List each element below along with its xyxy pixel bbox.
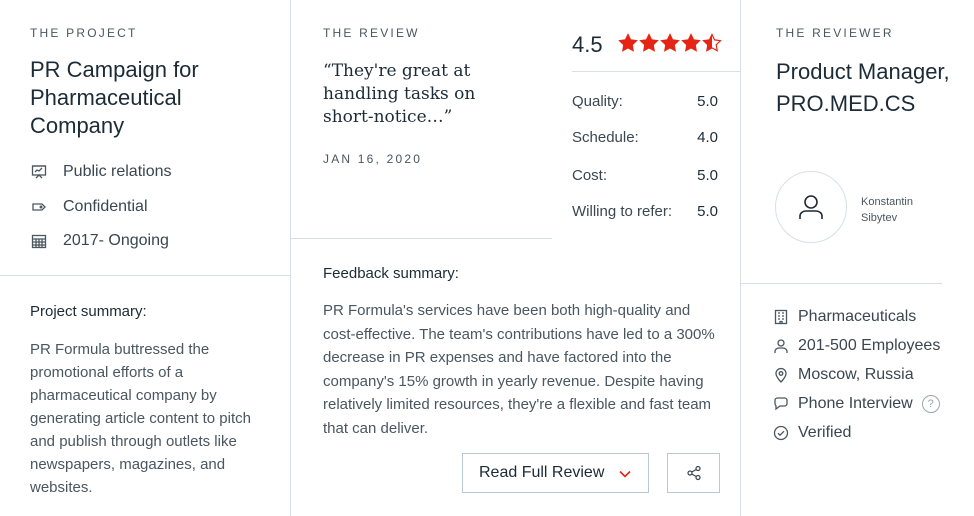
star-icon: [660, 33, 680, 52]
project-service-label: Public relations: [63, 163, 172, 180]
score-label: Willing to refer:: [572, 203, 673, 220]
chevron-down-icon: [619, 470, 631, 478]
score-quality: Quality: 5.0: [572, 93, 718, 110]
reviewer-verified: Verified: [772, 424, 851, 442]
feedback-summary-heading: Feedback summary:: [323, 265, 459, 282]
user-avatar-icon: [799, 195, 823, 219]
reviewer-verified-label: Verified: [798, 424, 852, 441]
section-divider: [740, 283, 942, 284]
project-summary-text: PR Formula buttressed the promotional ef…: [30, 341, 251, 496]
reviewer-company-size: 201-500 Employees: [772, 337, 940, 355]
review-quote: “They're great at handling tasks on shor…: [323, 61, 476, 127]
star-icon: [618, 33, 638, 52]
review-date: JAN 16, 2020: [323, 152, 423, 166]
star-icon: [681, 33, 701, 52]
project-service: Public relations: [30, 163, 172, 181]
project-budget: Confidential: [30, 198, 148, 216]
reviewer-name: Konstantin Sibytev: [861, 196, 913, 224]
reviewer-location: Moscow, Russia: [772, 366, 914, 384]
score-cost: Cost: 5.0: [572, 167, 718, 184]
presentation-icon: [30, 163, 48, 181]
calendar-icon: [30, 232, 48, 250]
reviewer-review-type-label: Phone Interview: [798, 395, 913, 412]
review-eyebrow: THE REVIEW: [323, 26, 420, 40]
reviewer-industry: Pharmaceuticals: [772, 308, 916, 326]
score-value: 5.0: [697, 93, 718, 110]
project-eyebrow: THE PROJECT: [30, 26, 138, 40]
star-rating: [618, 33, 723, 53]
user-icon: [772, 337, 790, 355]
share-button[interactable]: [667, 453, 720, 493]
column-divider: [740, 0, 741, 516]
check-circle-icon: [772, 424, 790, 442]
share-icon: [686, 465, 701, 481]
score-schedule: Schedule: 4.0: [572, 129, 718, 146]
project-summary-heading: Project summary:: [30, 303, 147, 320]
score-label: Quality:: [572, 93, 623, 110]
score-value: 5.0: [697, 167, 718, 184]
project-title: PR Campaign for Pharmaceutical Company: [30, 57, 199, 138]
reviewer-company-size-label: 201-500 Employees: [798, 337, 941, 354]
reviewer-eyebrow: THE REVIEWER: [776, 26, 894, 40]
tag-icon: [30, 198, 48, 216]
rating-divider: [572, 71, 740, 72]
score-value: 4.0: [697, 129, 718, 146]
star-icon: [702, 33, 722, 52]
avatar: [775, 171, 847, 243]
project-dates-label: 2017- Ongoing: [63, 232, 169, 249]
section-divider: [0, 275, 290, 276]
reviewer-location-label: Moscow, Russia: [798, 366, 914, 383]
help-icon[interactable]: ?: [921, 395, 940, 413]
read-full-review-label: Read Full Review: [479, 464, 605, 481]
score-value: 5.0: [697, 203, 718, 220]
project-budget-label: Confidential: [63, 198, 148, 215]
read-full-review-button[interactable]: Read Full Review: [462, 453, 649, 493]
project-dates: 2017- Ongoing: [30, 232, 169, 250]
score-label: Schedule:: [572, 129, 639, 146]
section-divider: [290, 238, 552, 239]
star-icon: [639, 33, 659, 52]
overall-rating: 4.5: [572, 32, 603, 57]
reviewer-title: Product Manager, PRO.MED.CS: [776, 59, 950, 116]
reviewer-review-type: Phone Interview ?: [772, 395, 940, 413]
column-divider: [290, 0, 291, 516]
reviewer-industry-label: Pharmaceuticals: [798, 308, 917, 325]
chat-bubble-icon: [772, 395, 790, 413]
feedback-summary-text: PR Formula's services have been both hig…: [323, 302, 715, 437]
building-icon: [772, 308, 790, 326]
score-label: Cost:: [572, 167, 608, 184]
score-willing-to-refer: Willing to refer: 5.0: [572, 203, 718, 220]
location-pin-icon: [772, 366, 790, 384]
